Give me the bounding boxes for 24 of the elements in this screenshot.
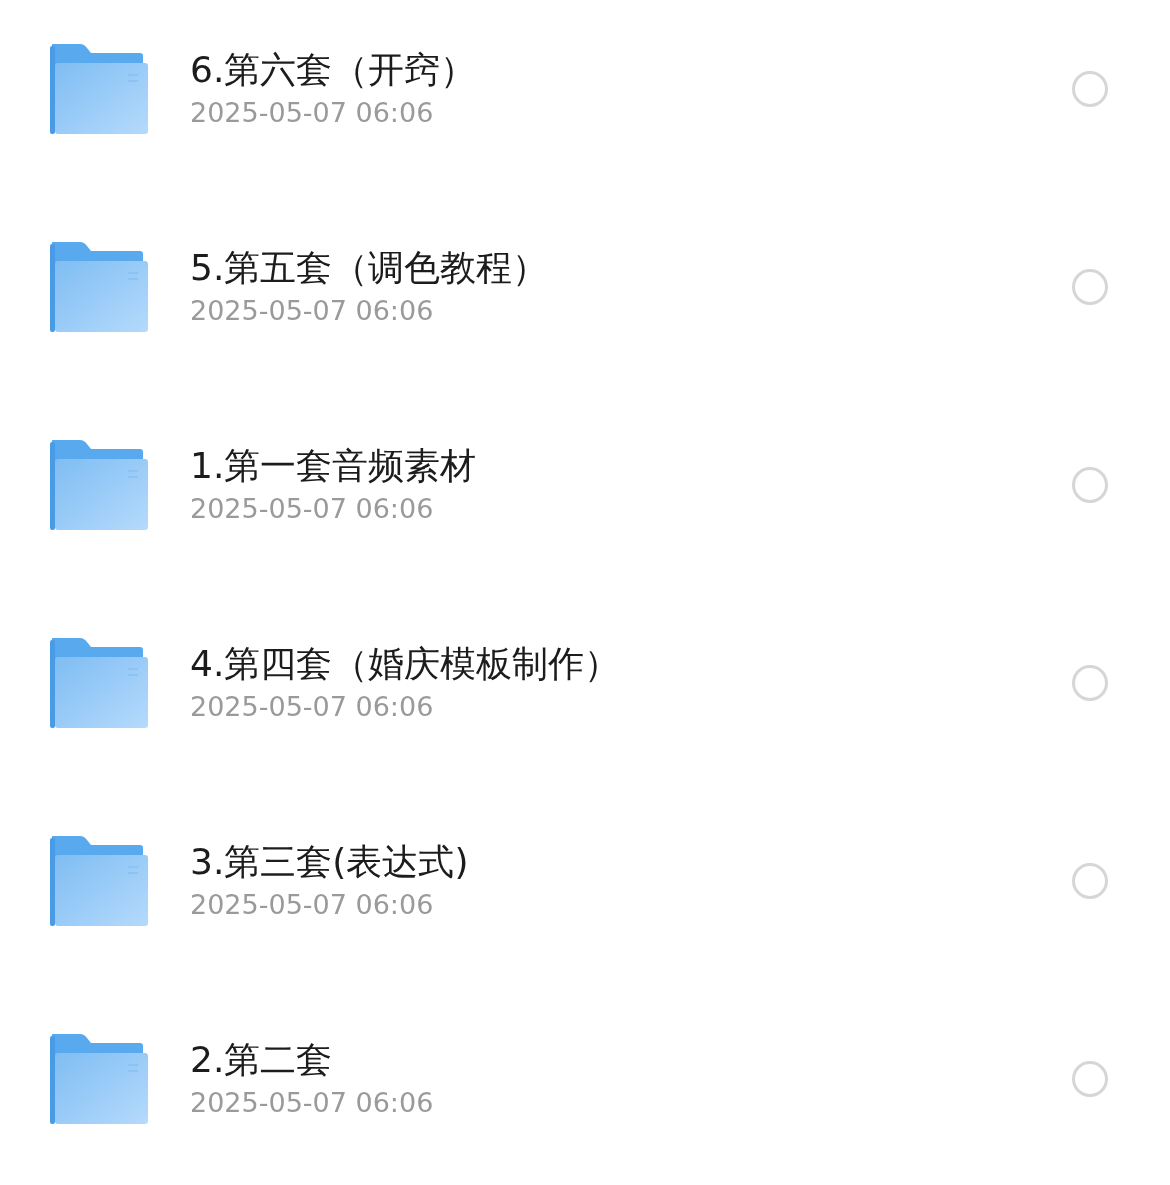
- select-radio[interactable]: [1072, 467, 1108, 503]
- select-radio[interactable]: [1072, 863, 1108, 899]
- modified-date: 2025-05-07 06:06: [190, 1087, 435, 1120]
- folder-name: 4.第四套（婚庆模板制作）: [190, 642, 622, 686]
- folder-icon: [50, 440, 148, 530]
- folder-icon: [50, 836, 148, 926]
- folder-name: 6.第六套（开窍）: [190, 48, 478, 92]
- modified-date: 2025-05-07 06:06: [190, 295, 435, 328]
- modified-date: 2025-05-07 06:06: [190, 493, 435, 526]
- select-radio[interactable]: [1072, 71, 1108, 107]
- select-radio[interactable]: [1072, 1061, 1108, 1097]
- folder-name: 3.第三套(表达式): [190, 840, 470, 884]
- folder-icon: [50, 44, 148, 134]
- folder-icon: [50, 242, 148, 332]
- modified-date: 2025-05-07 06:06: [190, 97, 435, 130]
- folder-name: 5.第五套（调色教程）: [190, 246, 550, 290]
- modified-date: 2025-05-07 06:06: [190, 889, 435, 922]
- folder-icon: [50, 1034, 148, 1124]
- select-radio[interactable]: [1072, 269, 1108, 305]
- folder-icon: [50, 638, 148, 728]
- select-radio[interactable]: [1072, 665, 1108, 701]
- folder-name: 1.第一套音频素材: [190, 444, 478, 488]
- modified-date: 2025-05-07 06:06: [190, 691, 435, 724]
- folder-name: 2.第二套: [190, 1038, 334, 1082]
